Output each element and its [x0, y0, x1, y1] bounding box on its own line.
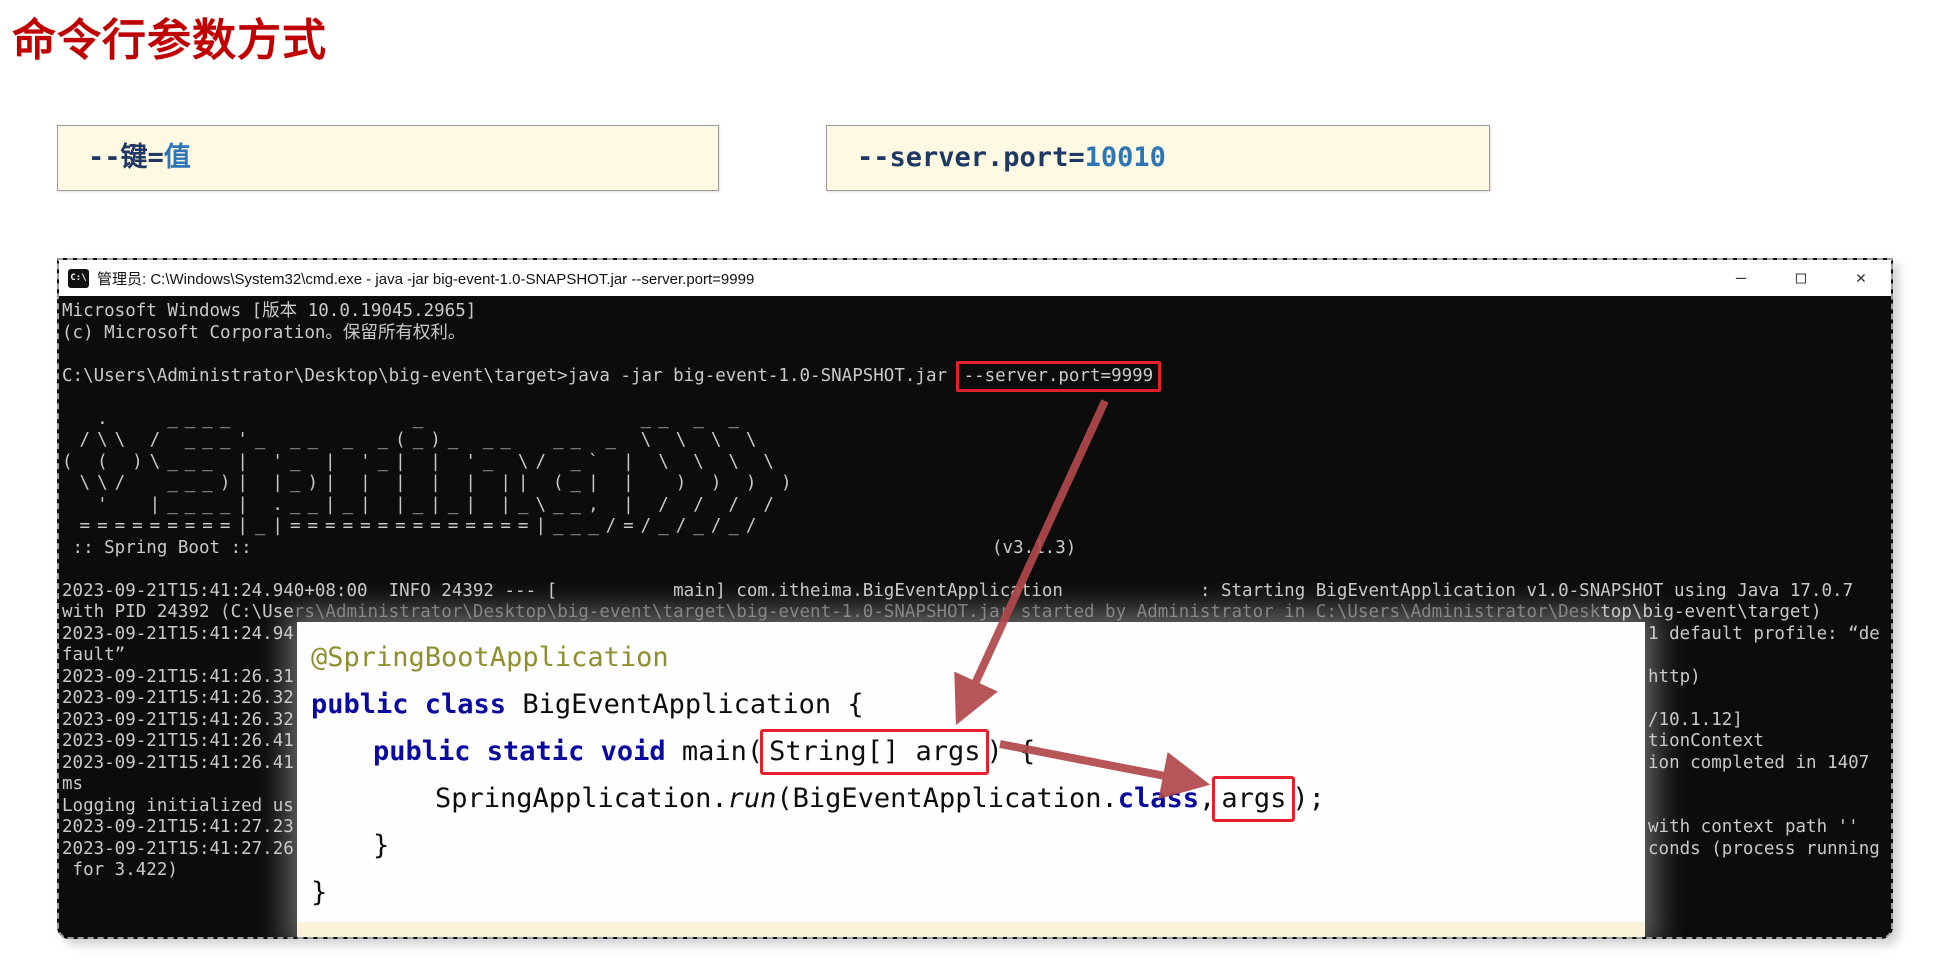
spring-boot-version: (v3.1.3) [992, 538, 1076, 560]
server-port-value-label: 10010 [1085, 142, 1166, 173]
code-line: } [311, 869, 1645, 916]
code-token: SpringApplication. [435, 783, 728, 814]
log-text-left: 2023-09-21T15:41:26.32 [62, 710, 294, 730]
code-snippet-overlay: @SpringBootApplication public class BigEv… [297, 622, 1645, 937]
terminal-line: 2023-09-21T15:41:24.940+08:00 INFO 24392… [62, 581, 1891, 603]
code-overlay-footer [297, 922, 1645, 937]
code-token: (BigEventApplication. [776, 783, 1117, 814]
terminal-line [62, 559, 1891, 581]
maximize-button[interactable]: □ [1771, 268, 1831, 288]
param-syntax-box: --键=值 [57, 125, 719, 191]
code-line: } [311, 822, 1645, 869]
highlight-box-code-token: args [1212, 776, 1295, 822]
highlight-box-code-token: String[] args [760, 729, 989, 775]
cmd-window: C:\ 管理员: C:\Windows\System32\cmd.exe - j… [57, 258, 1893, 939]
log-text-right: http) [1648, 667, 1701, 689]
log-text-left: 2023-09-21T15:41:26.31 [62, 667, 294, 687]
code-token: ); [1292, 783, 1325, 814]
code-line: public static void main(String[] args) { [311, 728, 1645, 775]
terminal-line: /\\ / ___'_ __ _ _(_)_ __ __ _ \ \ \ \ [62, 430, 1891, 452]
log-text-left: 2023-09-21T15:41:27.26 [62, 839, 294, 859]
terminal-line: with PID 24392 (C:\Users\Administrator\D… [62, 602, 1891, 624]
log-text-right: with context path '' [1648, 817, 1859, 839]
param-key-label: --键= [88, 142, 164, 173]
log-text-left: 2023-09-21T15:41:26.32 [62, 688, 294, 708]
window-titlebar[interactable]: C:\ 管理员: C:\Windows\System32\cmd.exe - j… [59, 260, 1891, 296]
close-button[interactable]: ✕ [1831, 268, 1891, 288]
page-title: 命令行参数方式 [12, 4, 327, 68]
terminal-line: :: Spring Boot ::(v3.1.3) [62, 538, 1891, 560]
terminal-line: ( ( )\___ | '_ | '_| | '_ \/ _` | \ \ \ … [62, 452, 1891, 474]
cmd-icon: C:\ [68, 269, 89, 288]
code-token: main( [682, 736, 763, 767]
log-text-right: conds (process running [1648, 839, 1880, 861]
log-text-right: tionContext [1648, 731, 1764, 753]
code-lines: @SpringBootApplication public class BigEv… [311, 634, 1645, 916]
minimize-button[interactable]: — [1711, 268, 1771, 288]
log-text-left: 2023-09-21T15:41:26.41 [62, 731, 294, 751]
code-token: run [728, 783, 777, 814]
log-text-left: 2023-09-21T15:41:26.41 [62, 753, 294, 773]
server-port-key-label: --server.port= [857, 142, 1085, 173]
log-text: with PID 24392 (C:\Use [62, 602, 294, 622]
spring-boot-label: :: Spring Boot :: [62, 538, 252, 558]
window-controls: — □ ✕ [1711, 268, 1891, 288]
log-text-right: 1 default profile: “de [1648, 624, 1880, 646]
log-text-dimmed: rs\Administrator\Desktop\big-event\targe… [294, 602, 1600, 622]
log-text-right: ion completed in 1407 [1648, 753, 1869, 775]
prompt-text: C:\Users\Administrator\Desktop\big-event… [62, 366, 958, 386]
terminal-line: =========|_|==============|___/=/_/_/_/ [62, 516, 1891, 538]
code-token: ) { [986, 736, 1035, 767]
window-title: 管理员: C:\Windows\System32\cmd.exe - java … [97, 268, 754, 289]
code-token: @SpringBootApplication [311, 642, 669, 673]
code-token: BigEventApplication { [522, 689, 863, 720]
terminal-line: ' |____| .__|_| |_|_| |_\__, | / / / / [62, 495, 1891, 517]
code-token: public static void [373, 736, 682, 767]
code-line: SpringApplication.run(BigEventApplicatio… [311, 775, 1645, 822]
terminal-line: Microsoft Windows [版本 10.0.19045.2965] [62, 301, 1891, 323]
param-value-label: 值 [164, 142, 191, 173]
code-token: } [373, 830, 389, 861]
code-token: public class [311, 689, 522, 720]
code-line: @SpringBootApplication [311, 634, 1645, 681]
code-token: class [1118, 783, 1199, 814]
terminal-line: C:\Users\Administrator\Desktop\big-event… [62, 366, 1891, 388]
terminal-line: \\/ ___)| |_)| | | | | || (_| | ) ) ) ) [62, 473, 1891, 495]
terminal-line: (c) Microsoft Corporation。保留所有权利。 [62, 323, 1891, 345]
code-line: public class BigEventApplication { [311, 681, 1645, 728]
terminal-line [62, 387, 1891, 409]
log-text-left: Logging initialized us [62, 796, 294, 816]
log-text-right: /10.1.12] [1648, 710, 1743, 732]
log-text-left: 2023-09-21T15:41:27.23 [62, 817, 294, 837]
code-token: } [311, 877, 327, 908]
terminal-line: . ____ _ __ _ _ [62, 409, 1891, 431]
param-example-box: --server.port=10010 [826, 125, 1490, 191]
log-text: top\big-event\target) [1600, 602, 1821, 622]
log-text-left: 2023-09-21T15:41:24.94 [62, 624, 294, 644]
